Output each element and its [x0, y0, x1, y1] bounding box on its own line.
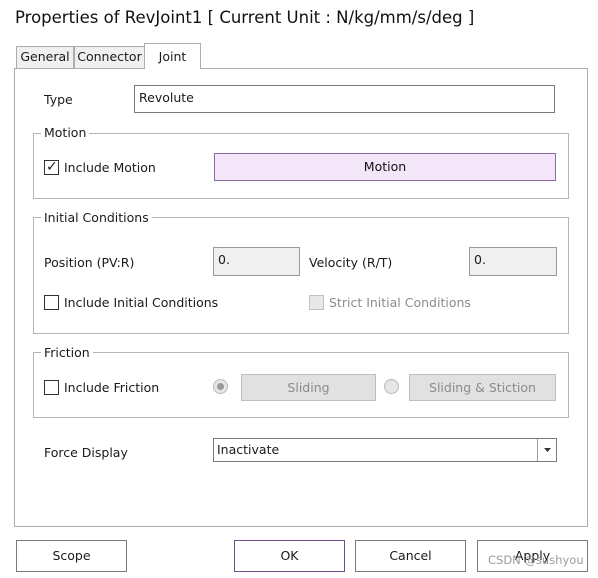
force-display-label: Force Display: [44, 445, 128, 460]
force-display-value: Inactivate: [217, 442, 280, 457]
scope-button[interactable]: Scope: [16, 540, 127, 572]
cancel-button[interactable]: Cancel: [355, 540, 466, 572]
initial-conditions-group-title: Initial Conditions: [41, 210, 152, 225]
tab-label: Connector: [77, 49, 142, 64]
dropdown-button[interactable]: [537, 439, 556, 461]
force-display-select[interactable]: Inactivate: [213, 438, 557, 462]
include-initial-conditions-checkbox[interactable]: [44, 295, 59, 310]
motion-group-title: Motion: [41, 125, 90, 140]
ok-button[interactable]: OK: [234, 540, 345, 572]
type-label: Type: [44, 92, 73, 107]
friction-group-title: Friction: [41, 345, 93, 360]
tab-label: General: [20, 49, 70, 64]
position-label: Position (PV:R): [44, 255, 135, 270]
tab-general[interactable]: General: [16, 46, 74, 68]
velocity-label: Velocity (R/T): [309, 255, 393, 270]
radio-icon: [217, 383, 224, 390]
sliding-radio[interactable]: [213, 379, 228, 394]
include-initial-conditions-label: Include Initial Conditions: [64, 295, 219, 310]
cancel-button-label: Cancel: [389, 548, 432, 563]
motion-button[interactable]: Motion: [214, 153, 556, 181]
chevron-down-icon: [544, 448, 551, 452]
sliding-stiction-radio[interactable]: [384, 379, 399, 394]
sliding-stiction-button[interactable]: Sliding & Stiction: [409, 374, 556, 401]
tab-label: Joint: [158, 49, 187, 64]
sliding-button-label: Sliding: [287, 380, 330, 395]
check-mark-icon: ✓: [46, 159, 58, 175]
tab-connector[interactable]: Connector: [74, 46, 145, 68]
type-field[interactable]: Revolute: [134, 85, 555, 113]
sliding-stiction-button-label: Sliding & Stiction: [429, 380, 536, 395]
include-motion-label: Include Motion: [64, 160, 156, 175]
watermark-text: CSDN @sushyou: [488, 553, 584, 567]
motion-button-label: Motion: [363, 159, 407, 174]
tab-joint[interactable]: Joint: [144, 43, 201, 69]
strict-initial-conditions-checkbox[interactable]: [309, 295, 324, 310]
position-field[interactable]: 0.: [213, 247, 300, 276]
sliding-button[interactable]: Sliding: [241, 374, 376, 401]
include-friction-checkbox[interactable]: [44, 380, 59, 395]
window-title: Properties of RevJoint1 [ Current Unit :…: [15, 8, 475, 27]
include-friction-label: Include Friction: [64, 380, 160, 395]
scope-button-label: Scope: [52, 548, 91, 563]
ok-button-label: OK: [280, 548, 299, 563]
include-motion-checkbox[interactable]: ✓: [44, 159, 59, 175]
velocity-field[interactable]: 0.: [469, 247, 557, 276]
strict-initial-conditions-label: Strict Initial Conditions: [329, 295, 471, 310]
